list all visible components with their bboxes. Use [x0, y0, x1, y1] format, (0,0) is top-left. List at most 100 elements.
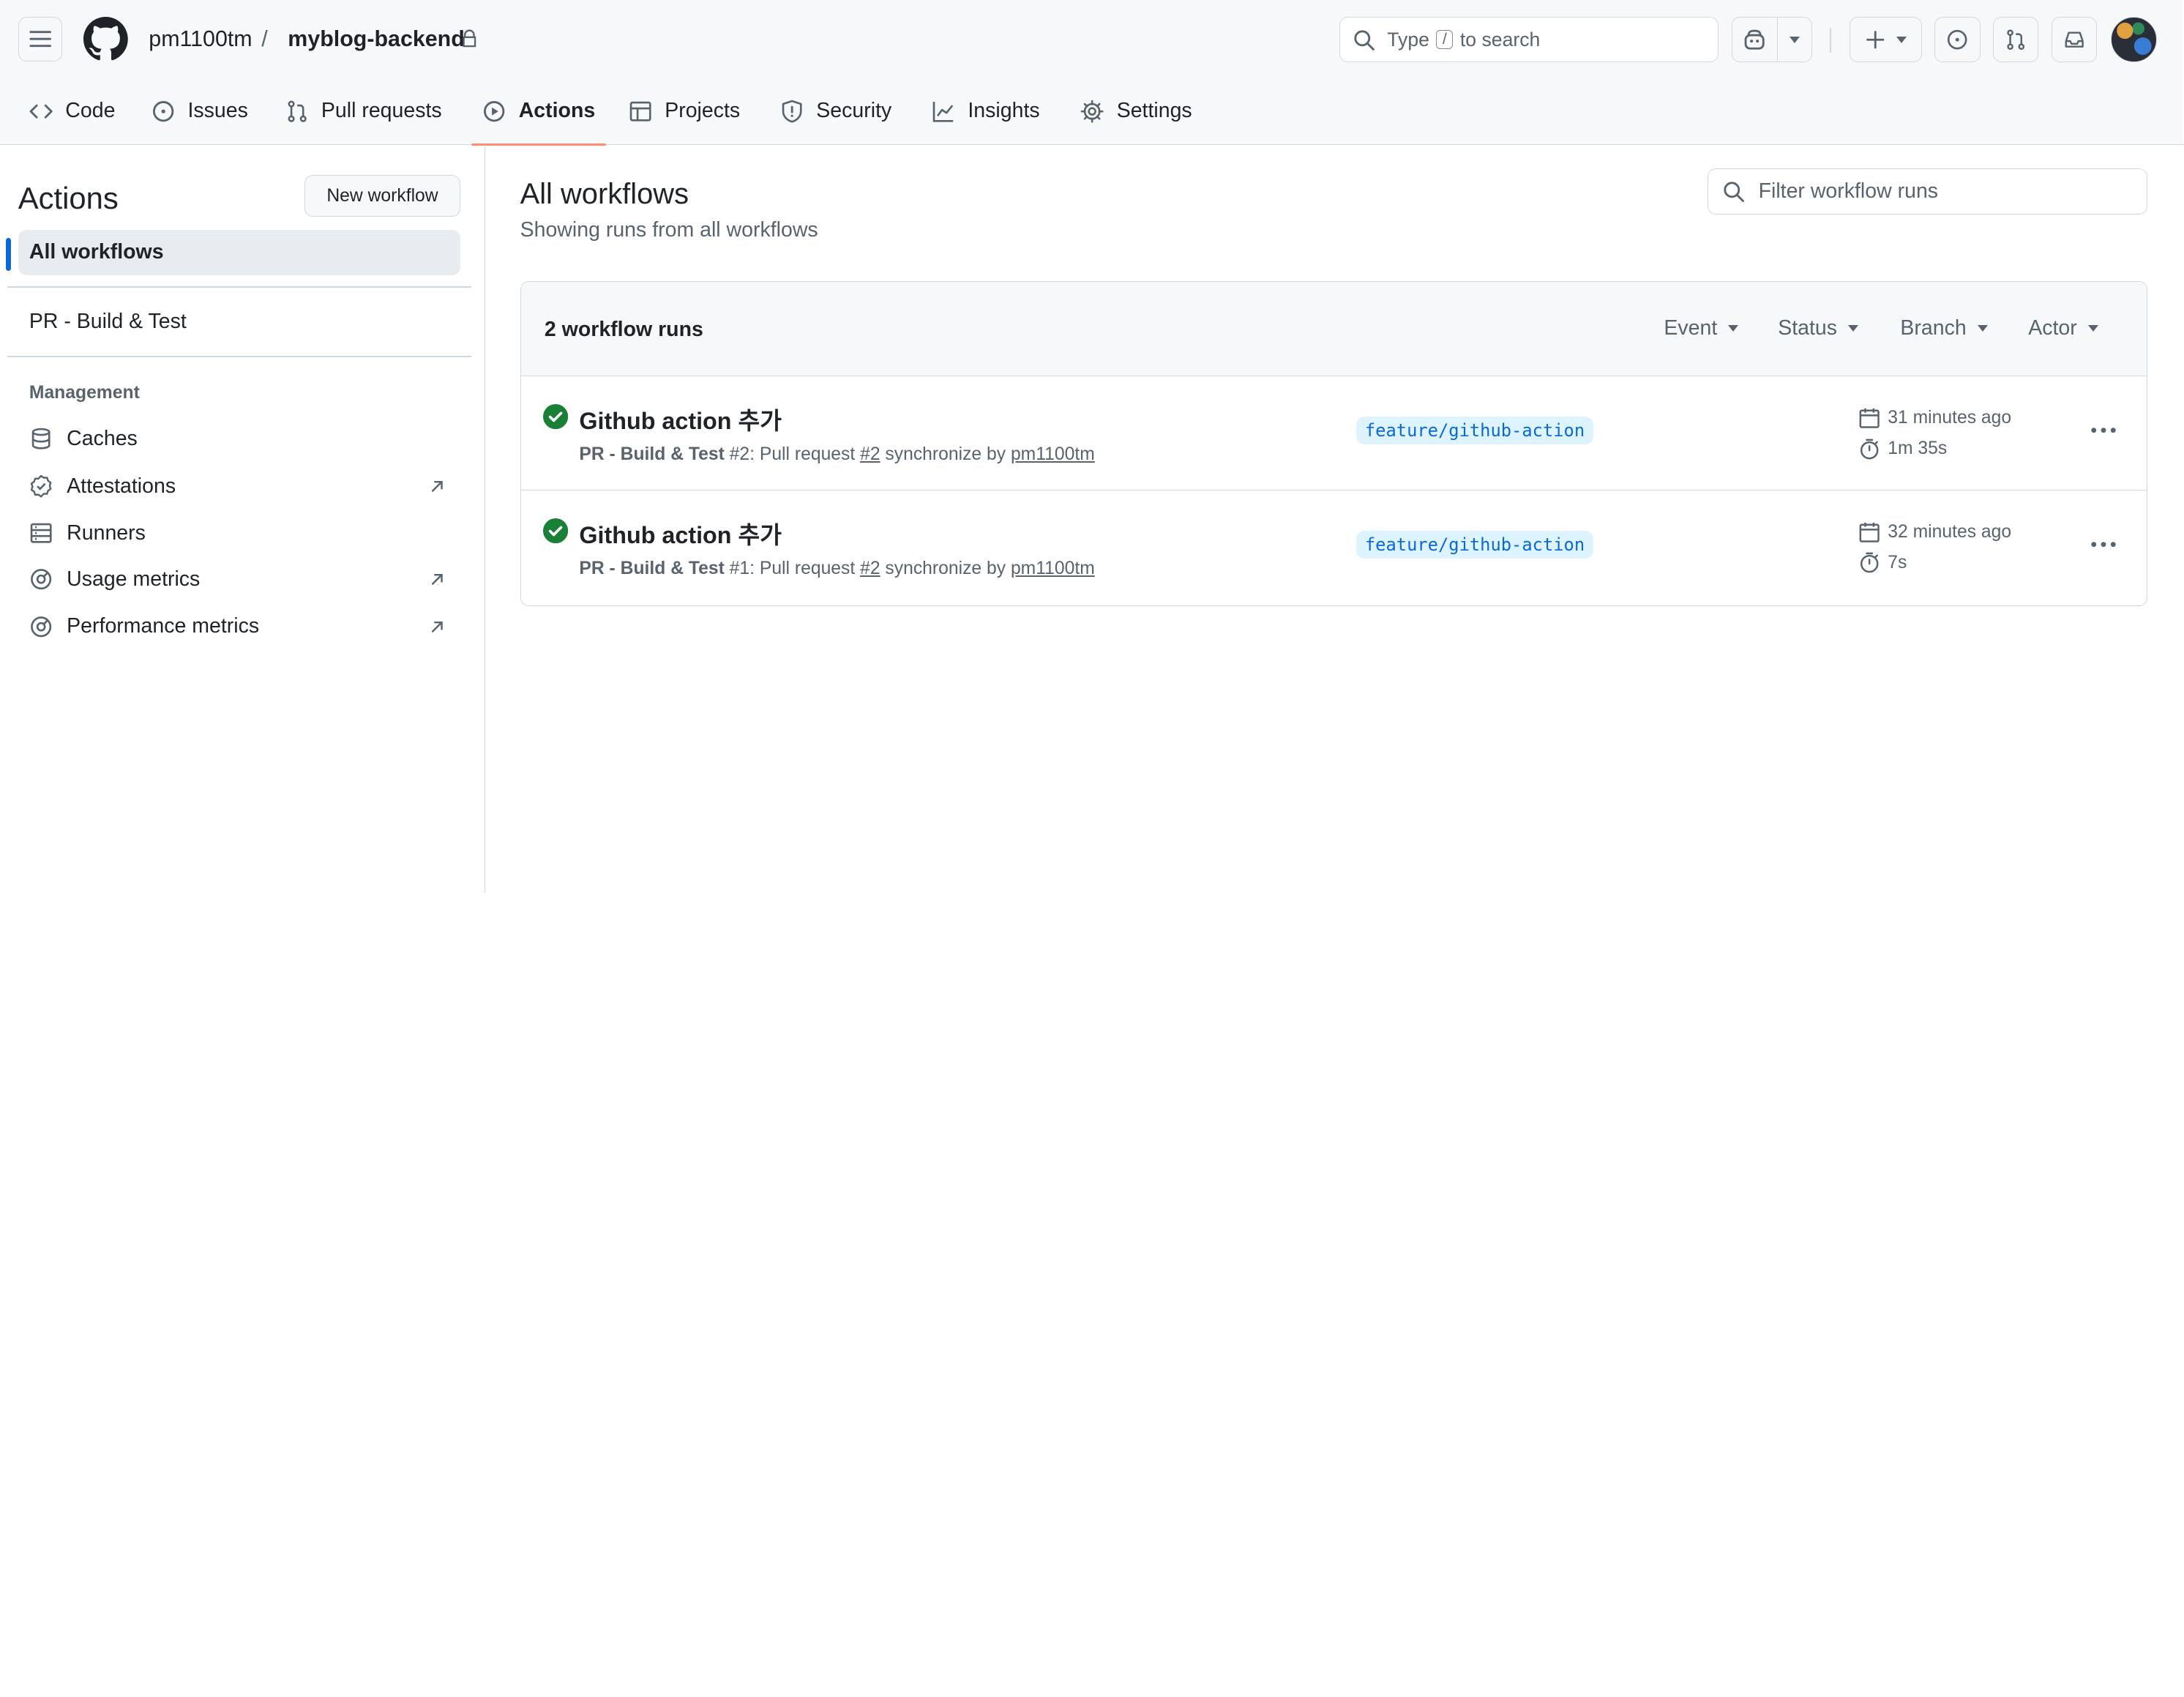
run-title-link[interactable]: Github action 추가 [579, 517, 782, 551]
tab-pull-requests[interactable]: Pull requests [285, 78, 442, 144]
chevron-down-icon [1896, 36, 1907, 43]
event-filter[interactable]: Event [1664, 316, 1739, 340]
sidebar-item-workflow[interactable]: PR - Build & Test [18, 299, 460, 346]
pull-request-link[interactable]: #2 [860, 559, 880, 578]
branch-filter[interactable]: Branch [1900, 316, 1988, 340]
github-logo-icon[interactable] [83, 16, 128, 61]
menu-button[interactable] [18, 16, 63, 61]
sidebar-divider [7, 286, 472, 288]
management-heading: Management [29, 382, 140, 403]
sidebar-item-label: Usage metrics [67, 567, 201, 591]
tab-settings[interactable]: Settings [1080, 78, 1192, 144]
copilot-icon [1744, 29, 1765, 50]
run-started: 32 minutes ago [1858, 521, 2011, 543]
chevron-down-icon [1977, 325, 1988, 332]
workflow-runs-list: 2 workflow runs Event Status Branch Acto… [520, 280, 2147, 607]
page: pm1100tm / myblog-backend Type / to sear… [0, 0, 2183, 893]
sidebar-item-label: Performance metrics [67, 614, 260, 638]
copilot-button[interactable] [1732, 17, 1779, 62]
global-search[interactable]: Type / to search [1339, 16, 1719, 63]
server-icon [30, 523, 52, 544]
breadcrumb-repo[interactable]: myblog-backend [288, 25, 464, 53]
link-external-icon [432, 621, 443, 633]
pull-request-link[interactable]: #2 [860, 444, 880, 464]
sidebar-item-label: Caches [67, 426, 138, 450]
sidebar-divider [7, 356, 472, 358]
sidebar-item-usage-metrics[interactable]: Usage metrics [18, 556, 460, 603]
kebab-horizontal-icon[interactable] [2090, 426, 2117, 434]
actor-filter[interactable]: Actor [2028, 316, 2098, 340]
repo-nav: Code Issues Pull requests Actions Projec… [0, 78, 2183, 146]
branch-label[interactable]: feature/github-action [1356, 530, 1593, 559]
tab-code[interactable]: Code [29, 78, 116, 144]
sidebar-item-runners[interactable]: Runners [18, 510, 460, 556]
link-external-icon [432, 480, 443, 492]
run-started: 31 minutes ago [1858, 407, 2011, 429]
run-event: : Pull request [749, 558, 856, 578]
new-workflow-button[interactable]: New workflow [304, 175, 460, 217]
breadcrumb-owner[interactable]: pm1100tm [149, 25, 252, 53]
run-time-ago: 31 minutes ago [1888, 407, 2012, 428]
page-title: All workflows [520, 178, 689, 211]
sidebar-item-performance-metrics[interactable]: Performance metrics [18, 604, 460, 650]
tab-label: Code [65, 99, 116, 123]
tab-actions[interactable]: Actions [471, 78, 607, 146]
sidebar-item-attestations[interactable]: Attestations [18, 463, 460, 510]
tab-label: Issues [187, 99, 248, 123]
user-avatar[interactable] [2111, 16, 2157, 63]
run-meta: PR - Build & Test #2: Pull request #2 sy… [579, 444, 1094, 465]
status-filter[interactable]: Status [1778, 316, 1859, 340]
create-new-button[interactable] [1850, 16, 1922, 63]
issue-opened-icon [153, 100, 174, 122]
inbox-icon [2065, 31, 2084, 48]
chevron-down-icon [1728, 325, 1739, 332]
run-action: synchronize by [885, 558, 1006, 578]
actor-link[interactable]: pm1100tm [1011, 559, 1095, 578]
search-text-after: to search [1459, 28, 1541, 51]
sidebar-item-label: All workflows [29, 240, 164, 264]
run-action: synchronize by [885, 444, 1006, 465]
copilot-button-group [1731, 16, 1812, 63]
meter-icon [30, 569, 52, 590]
your-pull-requests-button[interactable] [1992, 16, 2039, 63]
tab-issues[interactable]: Issues [152, 78, 248, 144]
tab-insights[interactable]: Insights [932, 78, 1040, 144]
copilot-dropdown[interactable] [1778, 18, 1811, 62]
shield-icon [782, 100, 802, 123]
kebab-horizontal-icon[interactable] [2090, 540, 2117, 548]
global-bar: pm1100tm / myblog-backend Type / to sear… [0, 0, 2183, 78]
meter-icon [30, 616, 52, 637]
run-title-link[interactable]: Github action 추가 [579, 403, 782, 436]
verified-icon [30, 474, 52, 498]
tab-projects[interactable]: Projects [629, 78, 740, 144]
breadcrumb-separator: / [261, 26, 268, 52]
filter-label: Status [1778, 316, 1837, 340]
filter-workflow-runs-input[interactable]: Filter workflow runs [1708, 168, 2147, 215]
calendar-icon [1860, 522, 1880, 542]
tab-label: Projects [665, 99, 741, 123]
run-workflow-name: PR - Build & Test [579, 558, 725, 578]
graph-icon [932, 101, 954, 122]
stopwatch-icon [1860, 552, 1879, 573]
branch-label[interactable]: feature/github-action [1356, 417, 1593, 445]
run-number: #2 [729, 444, 750, 465]
tab-label: Settings [1116, 99, 1192, 123]
sidebar-item-label: Runners [67, 521, 146, 545]
your-issues-button[interactable] [1934, 16, 1981, 63]
search-text-before: Type [1387, 28, 1429, 51]
lock-icon [463, 29, 476, 48]
sidebar-item-all-workflows[interactable]: All workflows [18, 229, 460, 276]
sidebar-item-label: PR - Build & Test [29, 310, 187, 334]
run-meta: PR - Build & Test #1: Pull request #2 sy… [579, 559, 1094, 579]
run-workflow-name: PR - Build & Test [579, 444, 725, 465]
run-duration-value: 7s [1888, 552, 1907, 572]
stopwatch-icon [1860, 439, 1879, 459]
inbox-button[interactable] [2051, 16, 2098, 63]
database-icon [31, 428, 51, 450]
sidebar-item-caches[interactable]: Caches [18, 416, 460, 462]
tab-security[interactable]: Security [780, 78, 891, 144]
gear-icon [1081, 100, 1104, 123]
header-divider [1830, 28, 1832, 53]
actor-link[interactable]: pm1100tm [1011, 444, 1095, 464]
search-shortcut-key: / [1436, 29, 1454, 50]
